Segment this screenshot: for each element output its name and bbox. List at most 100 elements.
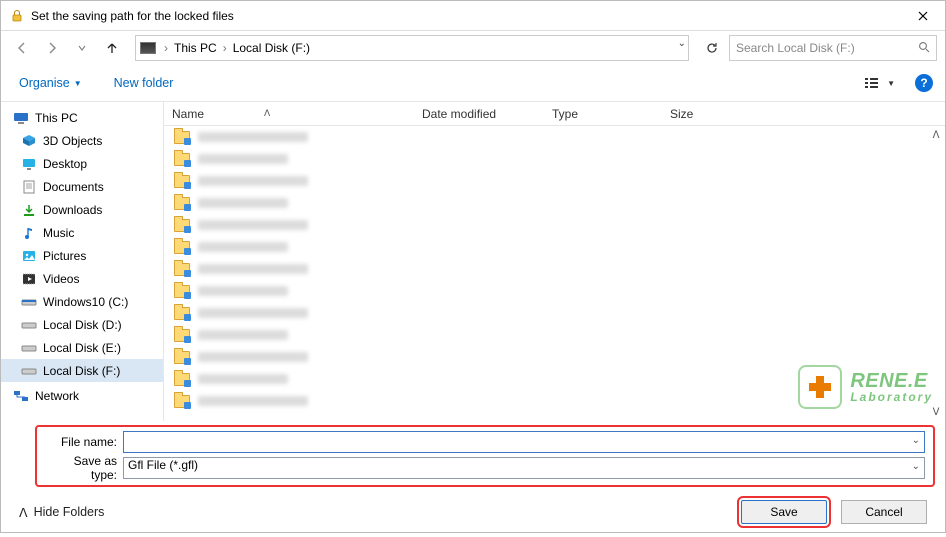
tree-label: Local Disk (F:) — [43, 364, 120, 378]
list-item[interactable] — [164, 170, 945, 192]
file-list[interactable]: ᐱ ᐯ — [164, 126, 945, 421]
sort-asc-icon: ᐱ — [264, 108, 270, 119]
pc-icon — [13, 111, 29, 125]
tree-downloads[interactable]: Downloads — [1, 198, 163, 221]
tree-network[interactable]: Network — [1, 384, 163, 407]
list-item[interactable] — [164, 324, 945, 346]
videos-icon — [21, 272, 37, 286]
cancel-button[interactable]: Cancel — [841, 500, 927, 524]
scroll-up-button[interactable]: ᐱ — [929, 128, 943, 142]
tree-music[interactable]: Music — [1, 221, 163, 244]
list-item[interactable] — [164, 390, 945, 412]
tree-label: Music — [43, 226, 74, 240]
address-dropdown-icon[interactable]: ⌄ — [678, 38, 686, 49]
tree-3d-objects[interactable]: 3D Objects — [1, 129, 163, 152]
close-button[interactable] — [901, 1, 945, 31]
address-bar[interactable]: › This PC › Local Disk (F:) ⌄ — [135, 35, 689, 61]
column-headers: Nameᐱ Date modified Type Size — [164, 102, 945, 126]
blurred-filename — [198, 264, 308, 274]
col-name[interactable]: Nameᐱ — [164, 107, 414, 121]
tree-label: Local Disk (E:) — [43, 341, 121, 355]
organise-label: Organise — [19, 76, 70, 90]
list-item[interactable] — [164, 302, 945, 324]
drive-icon — [21, 341, 37, 355]
chevron-down-icon[interactable]: ⌄ — [912, 461, 920, 472]
desktop-icon — [21, 157, 37, 171]
tree-pictures[interactable]: Pictures — [1, 244, 163, 267]
refresh-button[interactable] — [699, 35, 725, 61]
new-folder-button[interactable]: New folder — [110, 72, 178, 94]
blurred-filename — [198, 154, 288, 164]
back-button[interactable] — [9, 35, 35, 61]
tree-drive-e[interactable]: Local Disk (E:) — [1, 336, 163, 359]
list-item[interactable] — [164, 236, 945, 258]
forward-button[interactable] — [39, 35, 65, 61]
new-folder-label: New folder — [114, 76, 174, 90]
filename-input[interactable]: ⌄ — [123, 431, 925, 453]
save-type-select[interactable]: Gfl File (*.gfl) ⌄ — [123, 457, 925, 479]
search-input[interactable]: Search Local Disk (F:) — [729, 35, 937, 61]
tree-label: Downloads — [43, 203, 102, 217]
tree-drive-d[interactable]: Local Disk (D:) — [1, 313, 163, 336]
tree-label: Local Disk (D:) — [43, 318, 122, 332]
file-list-pane: Nameᐱ Date modified Type Size ᐱ ᐯ RE — [163, 102, 945, 421]
search-placeholder: Search Local Disk (F:) — [736, 41, 855, 55]
organise-menu[interactable]: Organise ▼ — [13, 72, 88, 94]
network-icon — [13, 389, 29, 403]
folder-icon — [174, 197, 190, 210]
blurred-filename — [198, 220, 308, 230]
breadcrumb-location[interactable]: Local Disk (F:) — [231, 41, 312, 55]
save-button[interactable]: Save — [741, 500, 827, 524]
cube-icon — [21, 134, 37, 148]
view-options-button[interactable]: ▼ — [859, 73, 901, 93]
tree-drive-c[interactable]: Windows10 (C:) — [1, 290, 163, 313]
list-item[interactable] — [164, 148, 945, 170]
blurred-filename — [198, 198, 288, 208]
folder-icon — [174, 307, 190, 320]
col-size[interactable]: Size — [662, 107, 752, 121]
drive-icon — [21, 364, 37, 378]
recent-locations-button[interactable] — [69, 35, 95, 61]
search-icon — [918, 41, 930, 56]
tree-this-pc[interactable]: This PC — [1, 106, 163, 129]
folder-icon — [174, 395, 190, 408]
list-item[interactable] — [164, 126, 945, 148]
nav-tree[interactable]: This PC 3D Objects Desktop Documents Dow… — [1, 102, 163, 421]
tree-videos[interactable]: Videos — [1, 267, 163, 290]
col-date[interactable]: Date modified — [414, 107, 544, 121]
tree-drive-f[interactable]: Local Disk (F:) — [1, 359, 163, 382]
save-fields-highlight: File name: ⌄ Save as type: Gfl File (*.g… — [35, 425, 935, 487]
filename-label: File name: — [45, 435, 123, 449]
folder-icon — [174, 219, 190, 232]
chevron-down-icon[interactable]: ⌄ — [912, 435, 920, 446]
folder-icon — [174, 131, 190, 144]
blurred-filename — [198, 374, 288, 384]
save-type-value: Gfl File (*.gfl) — [128, 458, 198, 472]
tree-label: Desktop — [43, 157, 87, 171]
nav-bar: › This PC › Local Disk (F:) ⌄ Search Loc… — [1, 31, 945, 65]
tree-desktop[interactable]: Desktop — [1, 152, 163, 175]
main-area: This PC 3D Objects Desktop Documents Dow… — [1, 101, 945, 421]
list-item[interactable] — [164, 368, 945, 390]
folder-icon — [174, 241, 190, 254]
list-item[interactable] — [164, 280, 945, 302]
documents-icon — [21, 180, 37, 194]
tree-label: 3D Objects — [43, 134, 102, 148]
hide-folders-toggle[interactable]: ᐱ Hide Folders — [19, 505, 104, 520]
scroll-down-button[interactable]: ᐯ — [929, 405, 943, 419]
title-bar: Set the saving path for the locked files — [1, 1, 945, 31]
up-button[interactable] — [99, 35, 125, 61]
list-item[interactable] — [164, 192, 945, 214]
breadcrumb-sep-icon: › — [221, 41, 229, 55]
tree-label: Network — [35, 389, 79, 403]
tree-label: Pictures — [43, 249, 86, 263]
list-item[interactable] — [164, 214, 945, 236]
tree-documents[interactable]: Documents — [1, 175, 163, 198]
list-item[interactable] — [164, 346, 945, 368]
blurred-filename — [198, 330, 288, 340]
list-item[interactable] — [164, 258, 945, 280]
breadcrumb-this-pc[interactable]: This PC — [172, 41, 219, 55]
help-button[interactable]: ? — [915, 74, 933, 92]
col-type[interactable]: Type — [544, 107, 662, 121]
window-title: Set the saving path for the locked files — [31, 9, 901, 23]
